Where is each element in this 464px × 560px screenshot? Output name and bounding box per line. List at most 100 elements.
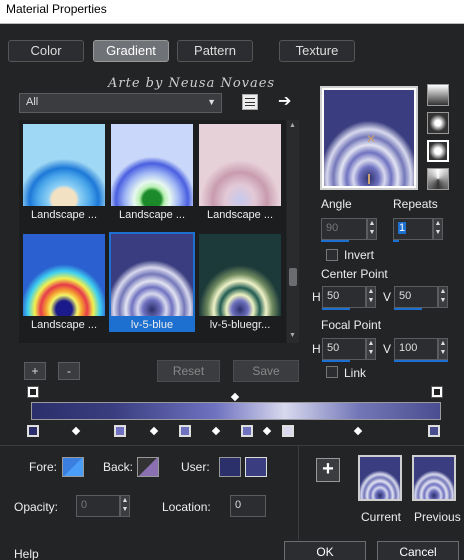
focal-v-stepper[interactable]: ▲ ▼ [438, 338, 448, 360]
add-button[interactable]: + [24, 362, 46, 380]
repeats-slider-fill [393, 240, 399, 242]
invert-label: Invert [344, 248, 375, 262]
rectangular-gradient-style-icon[interactable] [427, 112, 449, 134]
gallery-item-label: Landscape ... [30, 319, 98, 331]
gradient-thumb-landscape-pink [199, 124, 281, 206]
fore-label: Fore: [29, 460, 58, 474]
previous-material-swatch[interactable] [412, 455, 456, 501]
color-midpoint[interactable] [71, 426, 81, 436]
tab-pattern[interactable]: Pattern [177, 40, 253, 62]
center-v-label: V [383, 290, 392, 304]
gallery-item[interactable]: Landscape ... [197, 122, 283, 222]
opacity-stepper[interactable]: ▲ ▼ [120, 495, 130, 517]
location-label: Location: [162, 500, 211, 514]
color-midpoint[interactable] [149, 426, 159, 436]
focal-point-marker-icon[interactable]: ✕ [366, 132, 376, 146]
color-stop[interactable] [282, 425, 294, 437]
add-to-swatches-button[interactable]: + [316, 458, 340, 482]
previous-label: Previous [414, 510, 461, 524]
linear-gradient-style-icon[interactable] [427, 84, 449, 106]
center-v-stepper[interactable]: ▲ ▼ [438, 286, 448, 308]
center-v-input[interactable]: 50 [394, 286, 438, 308]
repeats-label: Repeats [393, 197, 438, 211]
invert-checkbox[interactable] [326, 249, 338, 261]
color-stop[interactable] [428, 425, 440, 437]
remove-button[interactable]: - [58, 362, 80, 380]
user-color-swatch-1[interactable] [219, 457, 241, 477]
user-color-swatch-2[interactable] [245, 457, 267, 477]
sunburst-gradient-style-icon[interactable] [427, 140, 449, 162]
gradient-gallery: Landscape ... Landscape ... Landscape ..… [19, 120, 286, 343]
tab-strip: Color Gradient Pattern Texture [0, 36, 464, 70]
gradient-thumb-lv5-blue [111, 234, 193, 316]
center-h-slider-fill [322, 308, 350, 310]
color-midpoint[interactable] [353, 426, 363, 436]
focal-v-label: V [383, 342, 392, 356]
divider [0, 445, 464, 446]
color-midpoint[interactable] [262, 426, 272, 436]
tab-color[interactable]: Color [8, 40, 84, 62]
opacity-input[interactable]: 0 [76, 495, 120, 517]
reset-button[interactable]: Reset [157, 360, 220, 382]
repeats-stepper[interactable]: ▲ ▼ [433, 218, 443, 240]
radial-gradient-style-icon[interactable] [427, 168, 449, 190]
focal-point-label: Focal Point [321, 318, 382, 332]
gallery-item[interactable]: Landscape ... [21, 232, 107, 332]
window-title: Material Properties [0, 0, 464, 24]
category-select[interactable]: All ▼ [19, 93, 222, 113]
gallery-item[interactable]: lv-5-blue [109, 232, 195, 332]
repeats-input[interactable]: 1 [393, 218, 433, 240]
arrow-right-icon[interactable]: ➔ [278, 91, 291, 111]
back-label: Back: [103, 460, 134, 474]
color-midpoint[interactable] [211, 426, 221, 436]
color-stop[interactable] [27, 425, 39, 437]
current-label: Current [361, 510, 402, 524]
current-material-swatch[interactable] [358, 455, 402, 501]
help-link[interactable]: Help [14, 547, 39, 560]
save-button[interactable]: Save [233, 360, 299, 382]
location-input[interactable]: 0 [230, 495, 266, 517]
divider [298, 446, 299, 540]
repeats-value: 1 [398, 222, 407, 234]
opacity-stop-start[interactable] [27, 386, 39, 398]
gallery-item-label: Landscape ... [118, 209, 186, 221]
tab-gradient[interactable]: Gradient [93, 40, 169, 62]
center-h-input[interactable]: 50 [322, 286, 366, 308]
gallery-item[interactable]: Landscape ... [21, 122, 107, 222]
center-h-label: H [312, 290, 321, 304]
focal-h-slider-fill [322, 360, 350, 362]
center-v-slider-fill [394, 308, 422, 310]
color-stop[interactable] [241, 425, 253, 437]
link-checkbox[interactable] [326, 366, 338, 378]
gradient-thumb-lv5-bluegreen [199, 234, 281, 316]
gradient-preview[interactable]: ✕ [320, 86, 418, 190]
tab-texture[interactable]: Texture [279, 40, 355, 62]
focal-v-input[interactable]: 100 [394, 338, 438, 360]
cancel-button[interactable]: Cancel [377, 541, 459, 560]
focal-h-stepper[interactable]: ▲ ▼ [366, 338, 376, 360]
scrollbar-thumb[interactable] [289, 268, 297, 286]
gallery-item[interactable]: lv-5-bluegr... [197, 232, 283, 332]
center-point-marker-icon[interactable] [368, 174, 370, 184]
gallery-item[interactable]: Landscape ... [109, 122, 195, 222]
focal-h-input[interactable]: 50 [322, 338, 366, 360]
angle-stepper[interactable]: ▲ ▼ [367, 218, 377, 240]
opacity-label: Opacity: [14, 500, 59, 514]
gallery-item-label: Landscape ... [30, 209, 98, 221]
fore-swatch[interactable] [62, 457, 84, 477]
angle-label: Angle [321, 197, 352, 211]
back-swatch[interactable] [137, 457, 159, 477]
gradient-thumb-landscape-green [111, 124, 193, 206]
center-h-stepper[interactable]: ▲ ▼ [366, 286, 376, 308]
ok-button[interactable]: OK [284, 541, 366, 560]
color-stop[interactable] [114, 425, 126, 437]
gallery-item-label: lv-5-bluegr... [209, 319, 271, 331]
category-select-value: All [26, 96, 39, 108]
opacity-midpoint[interactable] [230, 392, 240, 402]
opacity-stop-end[interactable] [431, 386, 443, 398]
gradient-bar[interactable] [31, 402, 441, 420]
gallery-scrollbar[interactable]: ▲ ▼ [287, 120, 299, 343]
color-stop[interactable] [179, 425, 191, 437]
angle-input[interactable]: 90 [321, 218, 367, 240]
view-options-icon[interactable] [242, 94, 258, 110]
